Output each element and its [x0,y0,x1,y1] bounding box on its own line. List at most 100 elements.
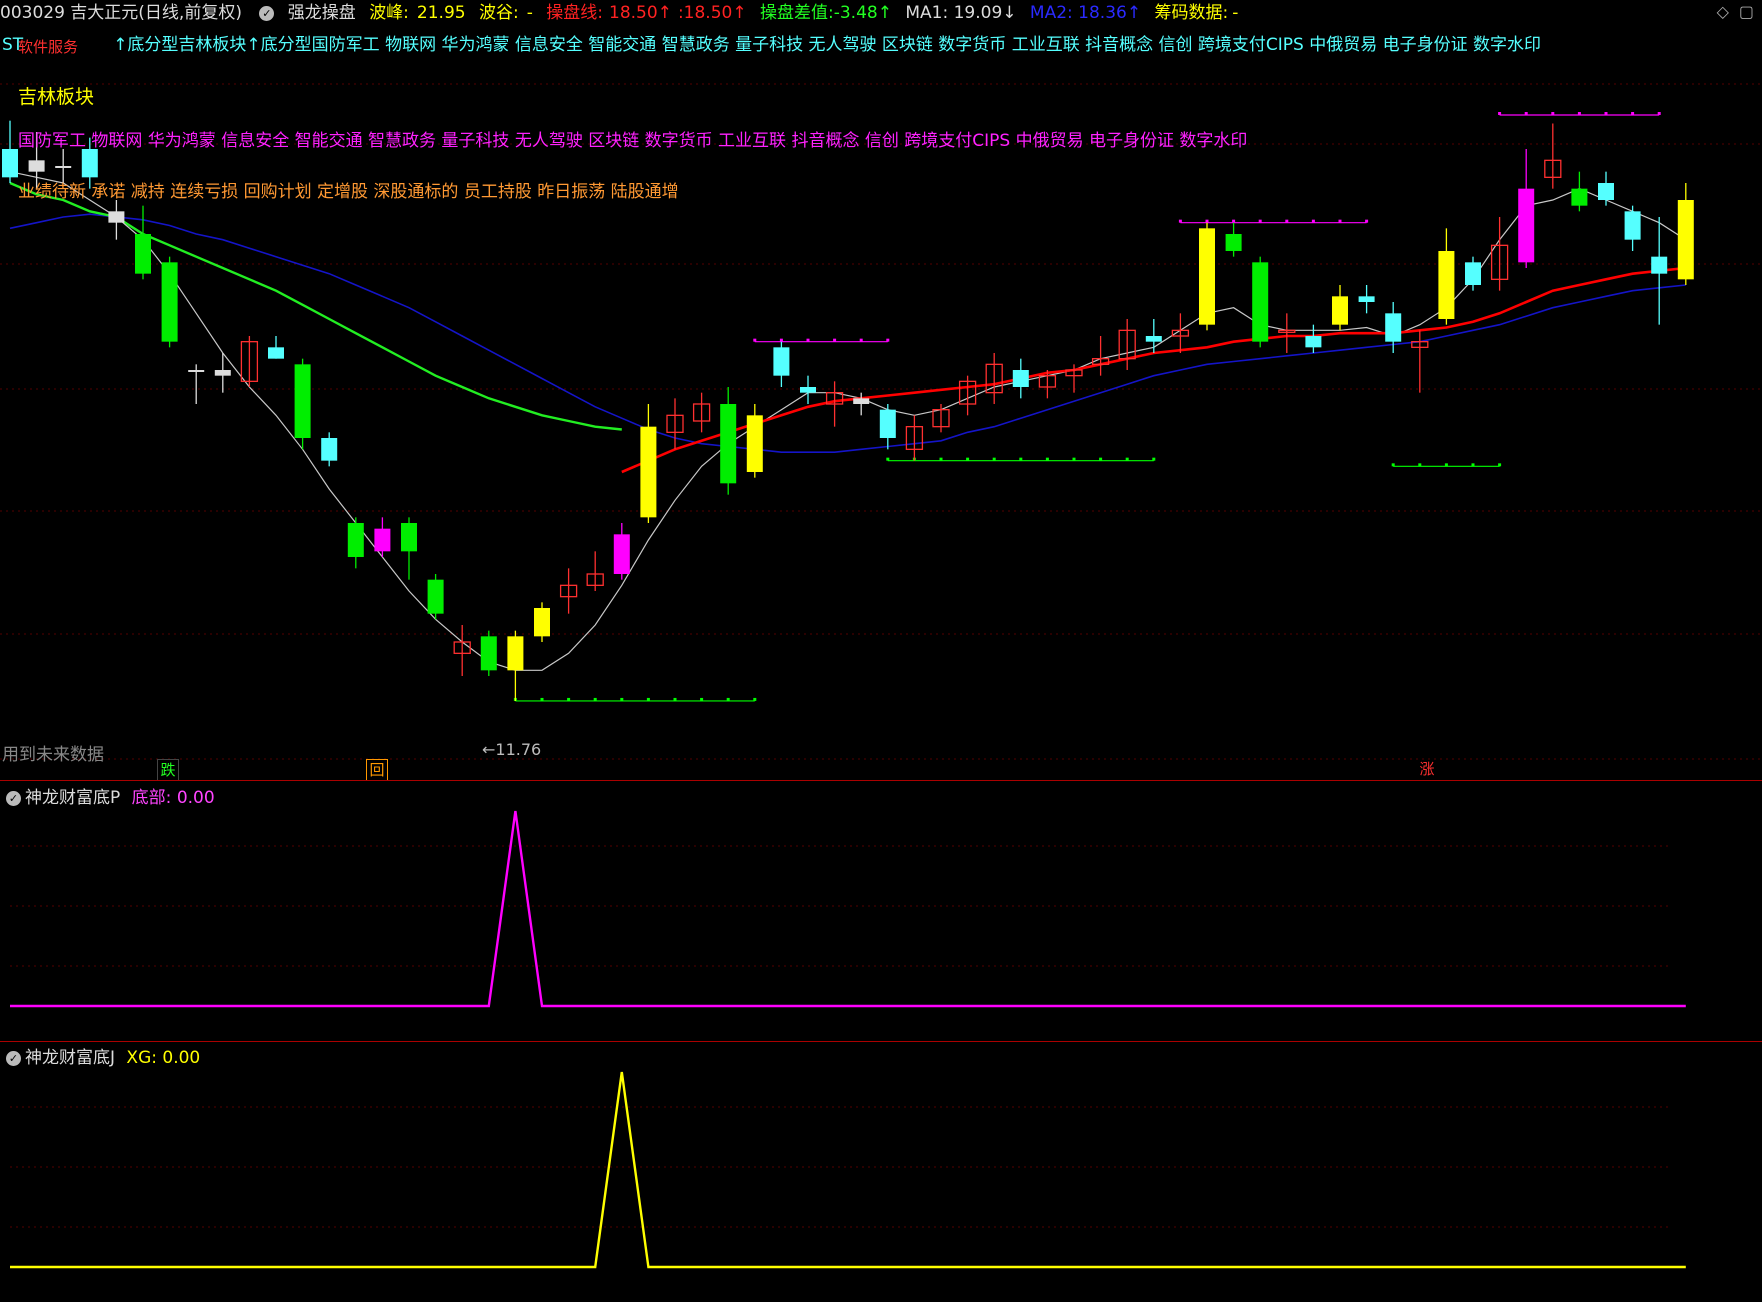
support-level-dot [939,457,943,461]
region-tag: 吉林板块 [18,86,95,108]
candle-body [640,426,657,518]
candle-body [81,149,98,178]
candle-body [613,534,630,574]
candle-body [401,523,417,552]
candle-body [321,438,338,461]
candle-body [1624,211,1641,240]
support-level-dot [1125,457,1129,461]
candle-body [1465,262,1481,285]
support-level-dot [593,697,597,701]
resistance-level-dot [779,338,783,342]
candle-body [1145,336,1162,342]
panel1-indicator-chart[interactable] [0,781,1762,1041]
candle-body [214,370,231,376]
candle-body [879,409,896,438]
chip-data: 筹码数据: - [1154,3,1239,23]
candle-body [1598,183,1614,200]
candle-body [135,234,151,274]
candle-body [800,387,816,393]
ma-green-line [9,181,622,431]
candle-body [268,347,284,359]
resistance-level-dot [1178,219,1182,223]
candle-body [1199,228,1215,325]
resistance-level-dot [859,338,863,342]
panel1-signal-line [10,810,1686,1008]
support-level-dot [1152,457,1156,461]
resistance-level-dot [753,338,757,342]
resistance-level-dot [1498,112,1502,115]
candle-body [1518,188,1535,263]
resistance-level-dot [1524,112,1528,115]
support-level-dot [1019,457,1023,461]
candle-body [1012,370,1029,387]
candle-body [1225,234,1242,251]
resistance-level-dot [1551,112,1555,115]
indicator-name[interactable]: 强龙操盘 [288,3,356,23]
candle-body [1252,262,1269,342]
diamond-icon[interactable]: ◇ [1717,2,1729,21]
candle-body [1651,256,1668,274]
diff-label: 操盘差值:-3.48↑ [759,3,892,23]
candle-body [1332,296,1348,325]
candle-body [480,636,497,671]
resistance-level-dot [833,338,837,342]
resistance-level-dot [1631,112,1635,115]
candle-body [720,404,737,484]
support-level-dot [700,697,704,701]
resistance-level-dot [1604,112,1608,115]
resistance-level-dot [1285,219,1289,223]
indicator-check-icon[interactable]: ✓ [259,5,275,21]
support-level-dot [966,457,970,461]
low-price-label: ←11.76 [482,740,542,759]
line-label: 操盘线: 18.50↑:18.50↑ [546,3,747,23]
candle-body [1677,200,1694,280]
support-level-dot [1498,463,1502,467]
support-level-dot [1418,463,1422,467]
support-level-dot [1444,463,1448,467]
resistance-level-dot [806,338,810,342]
support-level-dot [646,697,650,701]
stock-title[interactable]: 003029 吉大正元(日线,前复权) [0,3,242,23]
candle-body [108,211,125,223]
resistance-level-dot [886,338,890,342]
candle-body [1438,251,1455,319]
support-level-dot [567,697,571,701]
candle-body [853,398,870,404]
candle-body [188,370,205,372]
candle-body [427,579,444,614]
support-level-dot [886,457,890,461]
chart-header: 003029 吉大正元(日线,前复权) ✓ 强龙操盘 波峰: 21.95 波谷: -… [0,0,1762,26]
candle-body [1571,188,1588,206]
window-controls: ◇ ▢ [1707,2,1754,21]
support-level-dot [540,697,544,701]
peak-label: 波峰: 21.95 [369,3,466,23]
concept-tags-magenta: 国防军工 物联网 华为鸿蒙 信息安全 智能交通 智慧政务 量子科技 无人驾驶 区… [18,131,1248,151]
candle-body [294,364,311,438]
candle-body [1385,313,1402,342]
window-toggle-icon[interactable]: ▢ [1739,2,1754,21]
resistance-level-dot [1657,112,1661,115]
resistance-level-dot [1577,112,1581,115]
rebound-marker[interactable]: 回 [366,759,388,781]
support-level-dot [620,697,624,701]
down-marker[interactable]: 跌 [157,759,179,781]
support-level-dot [1099,457,1103,461]
panel2-indicator-chart[interactable] [0,1042,1762,1302]
support-level-dot [673,697,677,701]
candle-body [374,528,391,552]
panel2-signal-line [10,1071,1686,1269]
ma-white-line [9,171,1687,671]
event-tags: 业绩待新 承诺 减持 连续亏损 回购计划 定增股 深股通标的 员工持股 昨日振荡… [18,182,679,202]
ma1-value: MA1: 19.09↓ [905,3,1017,23]
candle-body [161,262,178,342]
support-level-dot [1072,457,1076,461]
candle-body [507,636,524,671]
support-level-dot [992,457,996,461]
up-marker[interactable]: 涨 [1417,759,1437,779]
ma2-value: MA2: 18.36↑ [1029,3,1142,23]
candle-body [347,523,364,557]
resistance-level-dot [1258,219,1262,223]
candle-body [773,347,790,376]
valley-label: 波谷: - [479,3,533,23]
resistance-level-dot [1205,219,1209,223]
